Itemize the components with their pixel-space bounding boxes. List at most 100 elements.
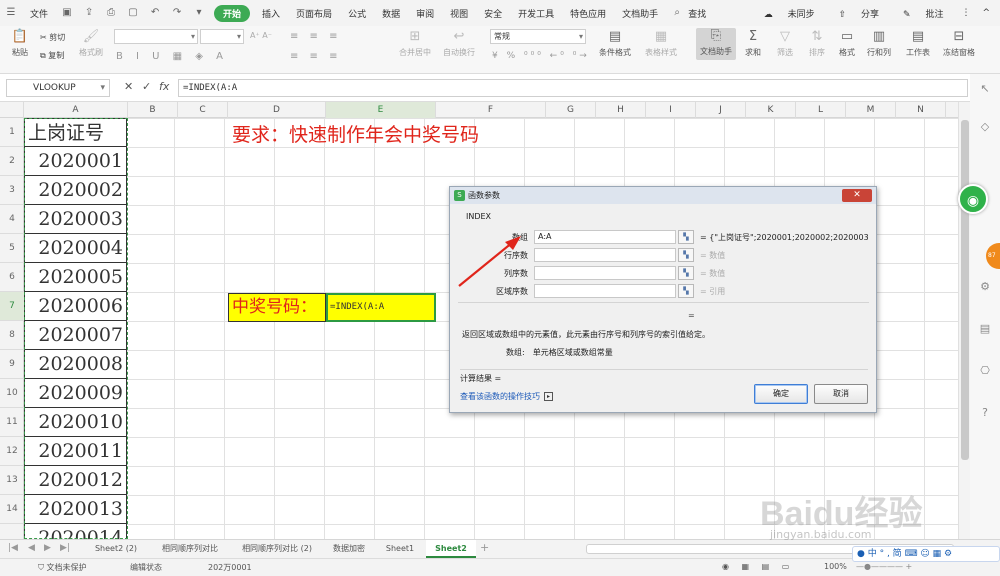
tool-backup-icon[interactable]: ▤ (978, 322, 992, 336)
tab-security[interactable]: 安全 (476, 7, 510, 20)
menu-file[interactable]: 文件 (22, 7, 56, 20)
tab-doc-assistant[interactable]: 文档助手 (614, 7, 666, 20)
share-button[interactable]: ⇧ 分享 (833, 7, 885, 20)
sort-button[interactable]: ⇅ 排序 (804, 29, 830, 58)
add-sheet-icon[interactable]: + (480, 541, 489, 554)
cell-e7-active[interactable]: =INDEX(A:A (326, 293, 436, 322)
arg-input-row[interactable] (534, 248, 676, 262)
cell-a1-header[interactable]: 上岗证号 (24, 118, 127, 147)
export-icon[interactable]: ⇪ (82, 6, 96, 20)
ime-toolbar[interactable]: ● 中 ° , 简 ⌨ ☺ ▦ ⚙ (852, 546, 1000, 562)
row-header-12[interactable]: 12 (0, 437, 24, 466)
dialog-tips-link[interactable]: 查看该函数的操作技巧 ▸ (460, 391, 553, 402)
row-header-11[interactable]: 11 (0, 408, 24, 437)
row-header-5[interactable]: 5 (0, 234, 24, 263)
select-all-corner[interactable] (0, 102, 24, 118)
arg-input-col[interactable] (534, 266, 676, 280)
collapse-icon[interactable]: ^ (982, 8, 990, 18)
row-header-8[interactable]: 8 (0, 321, 24, 350)
tab-review[interactable]: 审阅 (408, 7, 442, 20)
row-header-13[interactable]: 13 (0, 466, 24, 495)
fx-icon[interactable]: fx (159, 80, 169, 93)
tab-view[interactable]: 视图 (442, 7, 476, 20)
cell-a-value[interactable]: 2020009 (24, 379, 127, 408)
arg-ref-button-row[interactable]: ▚ (678, 248, 694, 262)
cancel-icon[interactable]: ✕ (124, 80, 133, 93)
hamburger-icon[interactable]: ☰ (4, 6, 18, 20)
cell-a-value[interactable]: 2020007 (24, 321, 127, 350)
sheet-tab-compare-2[interactable]: 相同顺序列对比 (2) (232, 540, 322, 558)
cell-a-value[interactable]: 2020003 (24, 205, 127, 234)
cell-a-value[interactable]: 2020001 (24, 147, 127, 176)
more-icon[interactable]: ⋮ (961, 8, 970, 18)
tool-property-icon[interactable]: ⚙ (978, 280, 992, 294)
font-grow-icon[interactable]: A⁺ A⁻ (250, 31, 272, 40)
number-format-select[interactable]: 常规 (490, 29, 586, 44)
col-header-b[interactable]: B (128, 102, 178, 118)
cell-a-value[interactable]: 2020002 (24, 176, 127, 205)
col-header-f[interactable]: F (436, 102, 546, 118)
sheet-tab-sheet2-2[interactable]: Sheet2 (2) (84, 540, 148, 558)
col-header-n[interactable]: N (896, 102, 946, 118)
wrap-text-button[interactable]: ↩ 自动换行 (440, 29, 478, 58)
row-header-3[interactable]: 3 (0, 176, 24, 205)
arg-ref-button-area[interactable]: ▚ (678, 284, 694, 298)
ok-button[interactable]: 确定 (754, 384, 808, 404)
arg-input-area[interactable] (534, 284, 676, 298)
cell-a-value[interactable]: 2020010 (24, 408, 127, 437)
tab-formulas[interactable]: 公式 (340, 7, 374, 20)
format-painter-button[interactable]: 🖌 格式刷 (76, 29, 106, 58)
col-header-l[interactable]: L (796, 102, 846, 118)
row-header-2[interactable]: 2 (0, 147, 24, 176)
number-format-toolbar[interactable]: ¥ % ⁰⁰⁰ ←⁰ ⁰→ (492, 51, 590, 61)
row-header-6[interactable]: 6 (0, 263, 24, 292)
name-box[interactable]: VLOOKUP (6, 79, 110, 97)
cond-format-button[interactable]: ▤ 条件格式 (596, 29, 634, 58)
sum-status[interactable]: 202万0001 (208, 562, 252, 573)
arg-input-array[interactable]: A:A (534, 230, 676, 244)
cell-a-value[interactable]: 2020012 (24, 466, 127, 495)
align-bottom-toolbar[interactable]: ≡ ≡ ≡ (290, 51, 342, 62)
cell-a-value[interactable]: 2020014 (24, 524, 127, 539)
zoom-slider[interactable]: —●———— + (856, 562, 912, 571)
worksheet-button[interactable]: ▤ 工作表 (902, 29, 934, 58)
tab-home[interactable]: 开始 (214, 4, 251, 22)
tab-developer[interactable]: 开发工具 (510, 7, 562, 20)
col-header-m[interactable]: M (846, 102, 896, 118)
preview-icon[interactable]: ▢ (126, 6, 140, 20)
row-col-button[interactable]: ▥ 行和列 (864, 29, 894, 58)
row-header-10[interactable]: 10 (0, 379, 24, 408)
col-header-g[interactable]: G (546, 102, 596, 118)
prev-sheet-icon[interactable]: ◀ (28, 543, 35, 553)
wifi-icon[interactable]: ◉ (958, 184, 988, 214)
dialog-title-bar[interactable]: S 函数参数 ✕ (450, 187, 876, 204)
vertical-scroll-thumb[interactable] (961, 120, 969, 460)
formula-input[interactable]: =INDEX(A:A (178, 79, 968, 97)
col-header-e[interactable]: E (326, 102, 436, 118)
col-header-d[interactable]: D (228, 102, 326, 118)
filter-button[interactable]: ▽ 筛选 (772, 29, 798, 58)
vertical-scrollbar[interactable] (958, 102, 970, 539)
arg-ref-button-array[interactable]: ▚ (678, 230, 694, 244)
row-header-1[interactable]: 1 (0, 118, 24, 147)
save-icon[interactable]: ▣ (60, 6, 74, 20)
sheet-tab-encrypt[interactable]: 数据加密 (324, 540, 374, 558)
doc-assistant-button[interactable]: ⎘ 文档助手 (696, 28, 736, 60)
cell-a-value[interactable]: 2020004 (24, 234, 127, 263)
row-header-14[interactable]: 14 (0, 495, 24, 524)
table-style-button[interactable]: ▦ 表格样式 (640, 29, 682, 58)
cell-a-value[interactable]: 2020011 (24, 437, 127, 466)
cancel-button[interactable]: 取消 (814, 384, 868, 404)
paste-button[interactable]: 📋 粘贴 (6, 29, 34, 58)
align-top-toolbar[interactable]: ≡ ≡ ≡ (290, 31, 342, 42)
font-size-select[interactable] (200, 29, 244, 44)
col-header-i[interactable]: I (646, 102, 696, 118)
tab-page-layout[interactable]: 页面布局 (288, 7, 340, 20)
cell-a-value[interactable]: 2020005 (24, 263, 127, 292)
font-style-toolbar[interactable]: B I U ▦ ◈ A (116, 51, 228, 62)
tool-select-icon[interactable]: ↖ (978, 82, 992, 96)
col-header-j[interactable]: J (696, 102, 746, 118)
row-header-7[interactable]: 7 (0, 292, 24, 321)
doc-protect-status[interactable]: ⛉ 文档未保护 (38, 562, 87, 573)
row-header-9[interactable]: 9 (0, 350, 24, 379)
